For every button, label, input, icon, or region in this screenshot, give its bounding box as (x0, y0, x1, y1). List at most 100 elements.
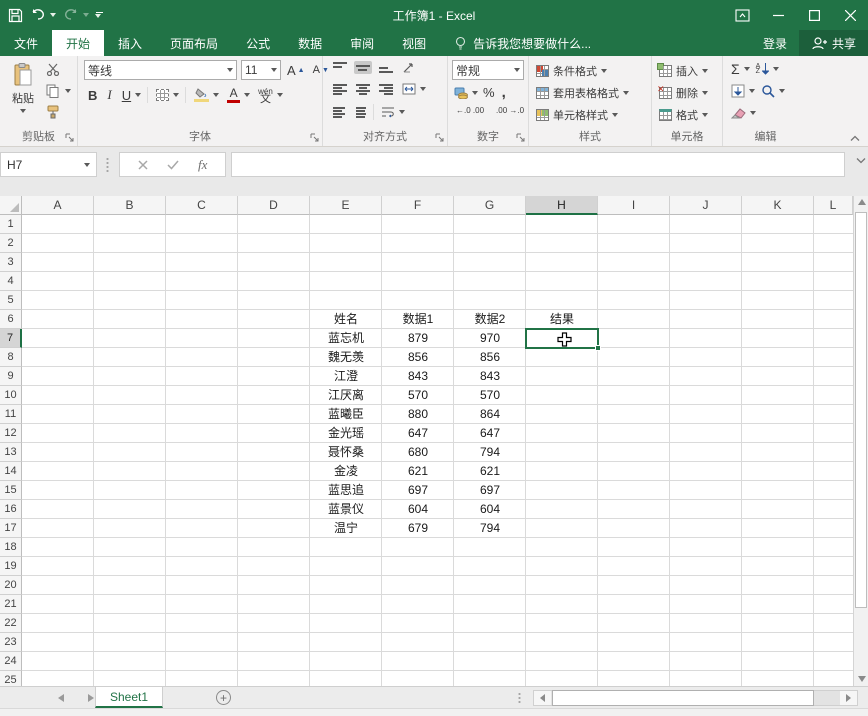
formula-bar-grip[interactable] (106, 157, 109, 172)
vertical-scroll-thumb[interactable] (855, 212, 867, 608)
clear-button[interactable] (729, 106, 748, 120)
table-data-cell[interactable]: 647 (454, 424, 526, 443)
fill-button[interactable] (729, 83, 747, 99)
row-header-22[interactable]: 22 (0, 614, 22, 633)
column-header-F[interactable]: F (382, 196, 454, 215)
scroll-left-icon[interactable] (534, 691, 551, 705)
borders-button[interactable] (154, 88, 171, 102)
row-header-12[interactable]: 12 (0, 424, 22, 443)
vertical-scrollbar[interactable] (853, 196, 868, 686)
table-data-cell[interactable]: 温宁 (310, 519, 382, 538)
row-header-5[interactable]: 5 (0, 291, 22, 310)
share-button[interactable]: 共享 (799, 30, 868, 56)
formula-input[interactable] (231, 152, 845, 177)
table-data-cell[interactable]: 843 (382, 367, 454, 386)
horizontal-scroll-thumb[interactable] (552, 690, 814, 706)
conditional-formatting-button[interactable]: 条件格式 (534, 61, 609, 81)
format-cells-button[interactable]: 格式 (657, 105, 710, 125)
row-header-7[interactable]: 7 (0, 329, 22, 348)
sort-filter-button[interactable]: AZ (754, 62, 772, 76)
italic-button[interactable]: I (105, 86, 113, 104)
fill-dropdown-icon[interactable] (749, 89, 755, 93)
table-data-cell[interactable]: 843 (454, 367, 526, 386)
fill-color-dropdown-icon[interactable] (213, 93, 219, 97)
collapse-ribbon-icon[interactable] (850, 135, 860, 142)
table-data-cell[interactable]: 蓝曦臣 (310, 405, 382, 424)
table-data-cell[interactable]: 蓝景仪 (310, 500, 382, 519)
sort-filter-dropdown-icon[interactable] (773, 67, 779, 71)
table-data-cell[interactable]: 金凌 (310, 462, 382, 481)
fill-color-button[interactable] (192, 87, 211, 103)
font-color-dropdown-icon[interactable] (244, 93, 250, 97)
insert-function-icon[interactable]: fx (198, 157, 207, 173)
table-data-cell[interactable]: 856 (382, 348, 454, 367)
table-header-cell[interactable]: 姓名 (310, 310, 382, 329)
center-button[interactable] (354, 83, 372, 96)
table-data-cell[interactable]: 621 (382, 462, 454, 481)
accounting-dropdown-icon[interactable] (472, 91, 478, 95)
font-name-select[interactable]: 等线 (84, 60, 237, 80)
tab-页面布局[interactable]: 页面布局 (156, 30, 232, 56)
tab-视图[interactable]: 视图 (388, 30, 440, 56)
grid[interactable]: ABCDEFGHIJKL1234567891011121314151617181… (0, 196, 853, 686)
ribbon-display-options-icon[interactable] (724, 0, 760, 30)
tell-me-box[interactable]: 告诉我您想要做什么... (454, 30, 591, 56)
borders-dropdown-icon[interactable] (173, 93, 179, 97)
row-header-14[interactable]: 14 (0, 462, 22, 481)
table-data-cell[interactable]: 794 (454, 519, 526, 538)
table-data-cell[interactable]: 970 (454, 329, 526, 348)
table-data-cell[interactable]: 蓝忘机 (310, 329, 382, 348)
underline-button[interactable]: U (120, 87, 133, 104)
column-header-K[interactable]: K (742, 196, 814, 215)
tab-splitter-grip[interactable] (518, 692, 521, 704)
cancel-icon[interactable] (138, 160, 148, 170)
format-as-table-button[interactable]: 套用表格格式 (534, 83, 631, 103)
align-left-button[interactable] (331, 83, 349, 96)
row-header-6[interactable]: 6 (0, 310, 22, 329)
scroll-right-icon[interactable] (840, 691, 857, 705)
bold-button[interactable]: B (86, 87, 99, 104)
table-data-cell[interactable]: 647 (382, 424, 454, 443)
table-data-cell[interactable]: 魏无羡 (310, 348, 382, 367)
format-painter-button[interactable] (44, 104, 62, 120)
row-header-18[interactable]: 18 (0, 538, 22, 557)
tab-数据[interactable]: 数据 (284, 30, 336, 56)
row-header-17[interactable]: 17 (0, 519, 22, 538)
paste-button[interactable]: 粘贴 (4, 59, 42, 127)
tab-插入[interactable]: 插入 (104, 30, 156, 56)
table-data-cell[interactable]: 879 (382, 329, 454, 348)
copy-button[interactable] (44, 83, 61, 99)
table-data-cell[interactable]: 金光瑶 (310, 424, 382, 443)
row-header-19[interactable]: 19 (0, 557, 22, 576)
row-header-21[interactable]: 21 (0, 595, 22, 614)
scroll-down-icon[interactable] (858, 676, 866, 682)
row-header-13[interactable]: 13 (0, 443, 22, 462)
font-dialog-launcher-icon[interactable] (310, 133, 320, 143)
table-header-cell[interactable]: 数据1 (382, 310, 454, 329)
align-right-button[interactable] (377, 83, 395, 96)
increase-indent-button[interactable] (352, 106, 368, 119)
row-header-1[interactable]: 1 (0, 215, 22, 234)
underline-dropdown-icon[interactable] (135, 93, 141, 97)
autosum-button[interactable]: Σ (729, 60, 742, 78)
middle-align-button[interactable] (354, 61, 372, 74)
tab-公式[interactable]: 公式 (232, 30, 284, 56)
tab-审阅[interactable]: 审阅 (336, 30, 388, 56)
column-header-D[interactable]: D (238, 196, 310, 215)
decrease-decimal-button[interactable]: .00 →.0 (494, 106, 526, 116)
column-header-C[interactable]: C (166, 196, 238, 215)
table-data-cell[interactable]: 聂怀桑 (310, 443, 382, 462)
row-header-10[interactable]: 10 (0, 386, 22, 405)
sheet-tab-Sheet1[interactable]: Sheet1 (95, 687, 163, 708)
bottom-align-button[interactable] (377, 61, 395, 74)
merge-dropdown-icon[interactable] (420, 87, 426, 91)
table-data-cell[interactable]: 880 (382, 405, 454, 424)
select-all-button[interactable] (0, 196, 22, 215)
increase-decimal-button[interactable]: ←.0 .00 (454, 106, 486, 116)
clear-dropdown-icon[interactable] (750, 111, 756, 115)
table-data-cell[interactable]: 697 (382, 481, 454, 500)
table-data-cell[interactable]: 697 (454, 481, 526, 500)
copy-dropdown-icon[interactable] (65, 89, 71, 93)
increase-font-button[interactable]: A▲ (285, 62, 307, 79)
column-header-I[interactable]: I (598, 196, 670, 215)
